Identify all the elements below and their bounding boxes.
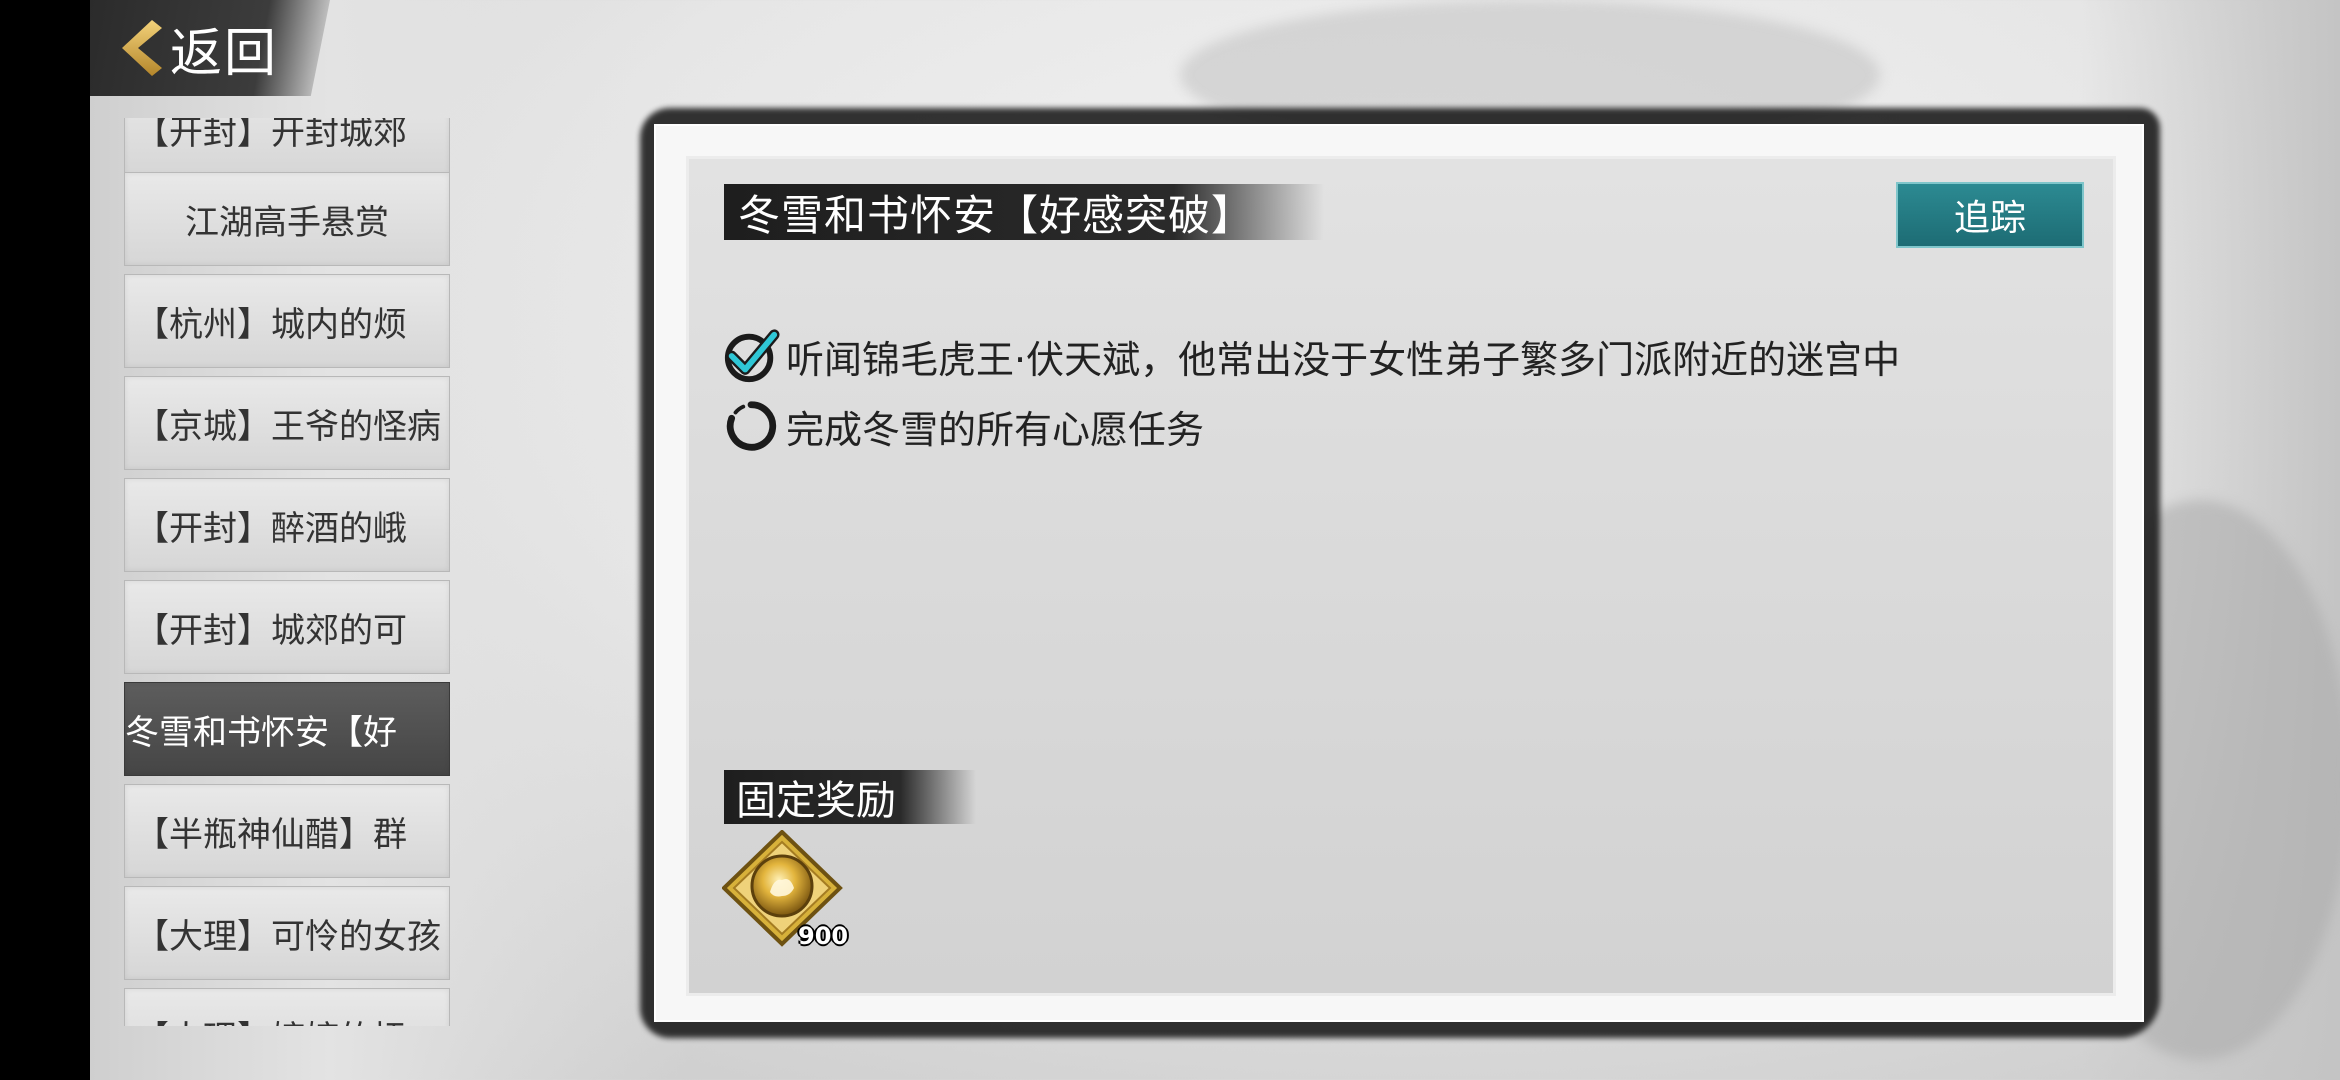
quest-detail-paper xyxy=(686,156,2116,996)
objective-item: 完成冬雪的所有心愿任务 xyxy=(722,396,1204,456)
quest-list-item-label: 【开封】开封城郊 xyxy=(135,118,407,153)
quest-list-item[interactable]: 【开封】醉酒的峨 xyxy=(124,478,450,572)
check-icon xyxy=(724,329,780,383)
quest-list-item-selected[interactable]: 冬雪和书怀安【好 xyxy=(124,682,450,776)
objective-text: 完成冬雪的所有心愿任务 xyxy=(786,407,1205,452)
reward-section-title: 固定奖励 xyxy=(736,778,896,824)
quest-list-item-label: 【杭州】城内的烦 xyxy=(135,304,407,345)
quest-list-item-label: 【京城】王爷的怪病 xyxy=(135,406,441,447)
quest-list[interactable]: 【开封】开封城郊 江湖高手悬赏 【杭州】城内的烦 【京城】王爷的怪病 【开封】醉… xyxy=(124,118,450,1026)
objective-text: 听闻锦毛虎王·伏天斌，他常出没于女性弟子繁多门派附近的迷宫中 xyxy=(786,337,1901,382)
quest-list-item[interactable]: 【大理】可怜的女孩 xyxy=(124,886,450,980)
quest-list-item[interactable]: 【大理】婷婷的抚 xyxy=(124,988,450,1026)
track-button[interactable]: 追踪 xyxy=(1896,182,2084,248)
track-button-label: 追踪 xyxy=(1953,198,2026,239)
progress-ring-icon xyxy=(726,401,777,451)
quest-list-item-label: 【大理】可怜的女孩 xyxy=(135,916,441,957)
quest-list-item-label: 【大理】婷婷的抚 xyxy=(135,1011,407,1027)
chevron-left-icon xyxy=(122,20,162,76)
quest-list-item-label: 冬雪和书怀安【好 xyxy=(125,712,397,753)
quest-list-item[interactable]: 【杭州】城内的烦 xyxy=(124,274,450,368)
quest-list-item[interactable]: 江湖高手悬赏 xyxy=(124,172,450,266)
quest-list-item-label: 江湖高手悬赏 xyxy=(185,202,389,243)
quest-list-item-label: 【开封】醉酒的峨 xyxy=(135,508,407,549)
quest-title: 冬雪和书怀安【好感突破】 xyxy=(738,190,1255,240)
objective-item: 听闻锦毛虎王·伏天斌，他常出没于女性弟子繁多门派附近的迷宫中 xyxy=(722,326,1900,386)
quest-list-item[interactable]: 【京城】王爷的怪病 xyxy=(124,376,450,470)
quest-list-item[interactable]: 【开封】城郊的可 xyxy=(124,580,450,674)
quest-list-item[interactable]: 【半瓶神仙醋】群 xyxy=(124,784,450,878)
screen-edge-bar xyxy=(0,0,90,1080)
reward-item[interactable]: 900 xyxy=(721,829,852,960)
back-button[interactable]: 返回 xyxy=(90,0,330,96)
reward-section-banner: 固定奖励 xyxy=(724,770,976,824)
quest-list-item-label: 【开封】城郊的可 xyxy=(135,610,407,651)
quest-list-item[interactable]: 【开封】开封城郊 xyxy=(124,118,450,176)
quest-list-item-label: 【半瓶神仙醋】群 xyxy=(135,814,407,855)
reward-count: 900 xyxy=(798,922,849,950)
quest-detail-panel: 冬雪和书怀安【好感突破】 追踪 听闻锦毛虎王·伏天斌，他常出没于女性弟子繁多门派… xyxy=(654,124,2144,1022)
back-label: 返回 xyxy=(170,23,279,84)
quest-title-banner: 冬雪和书怀安【好感突破】 xyxy=(724,184,1325,240)
